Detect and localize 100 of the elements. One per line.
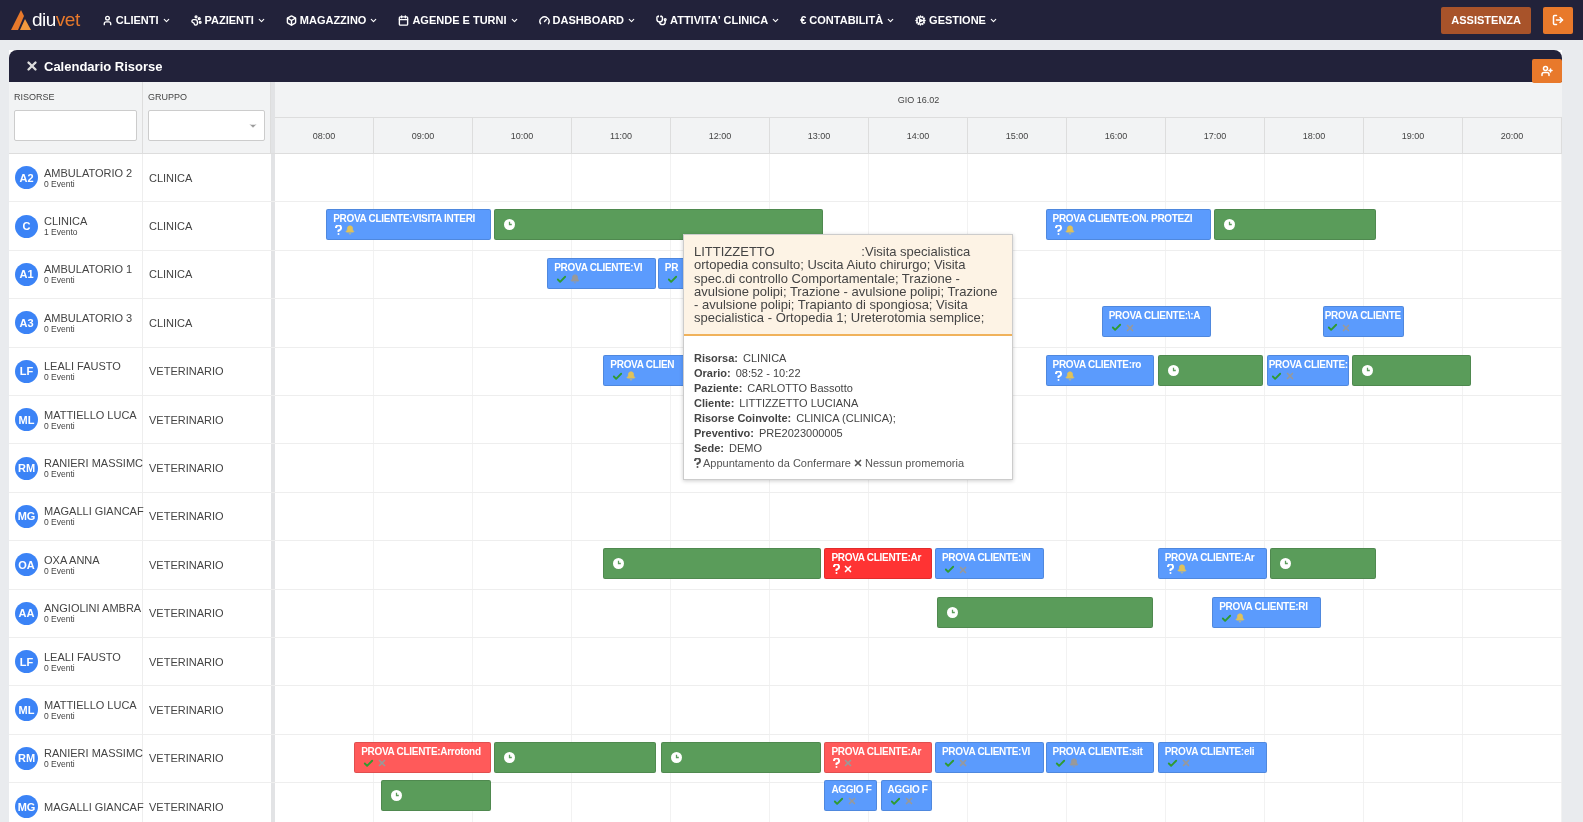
group-name: VETERINARIO xyxy=(149,800,224,813)
avatar: A1 xyxy=(15,262,38,286)
resource-name: MAGALLI GIANCAF xyxy=(44,800,144,813)
avatar: A3 xyxy=(15,311,38,335)
field-value: 08:52 - 10:22 xyxy=(735,366,801,379)
panel-title: Calendario Risorse xyxy=(44,58,163,74)
hour-label: 09:00 xyxy=(411,130,435,141)
group-name: VETERINARIO xyxy=(149,704,224,716)
avatar: OA xyxy=(15,553,38,577)
avatar: ML xyxy=(15,698,38,722)
resource-name: LEALI FAUSTO xyxy=(44,650,121,663)
hour-label: 15:00 xyxy=(1005,130,1029,141)
event-count: 0 Eventi xyxy=(44,614,76,625)
date-label: GIO 16.02 xyxy=(897,94,940,105)
field-value: PRE2023000005 xyxy=(758,426,843,439)
event-title: PROVA CLIENTE:\N xyxy=(942,552,1032,564)
field-label: Risorse Coinvolte: xyxy=(694,411,792,424)
hour-label: 08:00 xyxy=(312,130,336,141)
event-title: PROVA CLIENTE:RI xyxy=(1219,600,1309,612)
field-value: DEMO xyxy=(728,441,762,454)
resource-name: LEALI FAUSTO xyxy=(44,360,121,373)
event-title: PROVA CLIENTE:\:A xyxy=(1108,310,1202,322)
avatar: C xyxy=(15,214,38,238)
avatar: AA xyxy=(15,601,38,625)
avatar: LF xyxy=(15,359,38,383)
avatar: MG xyxy=(15,795,38,819)
resource-name: MATTIELLO LUCA xyxy=(44,408,137,421)
resource-name: AMBULATORIO 3 xyxy=(44,311,133,324)
group-name: VETERINARIO xyxy=(149,558,224,571)
avatar: LF xyxy=(15,650,38,674)
hour-label: 12:00 xyxy=(708,130,732,141)
hour-label: 13:00 xyxy=(807,130,831,141)
event-count: 0 Eventi xyxy=(44,662,76,673)
event-count: 0 Eventi xyxy=(44,372,76,383)
event-title: PROVA CLIENTE:VISITA INTERI xyxy=(333,213,477,225)
event-title: PROVA CLIENTE:VI xyxy=(942,745,1031,757)
field-label: Cliente: xyxy=(694,396,735,409)
resource-name: ANGIOLINI AMBRA xyxy=(44,602,142,615)
resource-name: RANIERI MASSIMC xyxy=(44,457,143,470)
group-name: VETERINARIO xyxy=(149,510,224,523)
event-title: PROVA CLIENTE:Arrotond xyxy=(361,745,482,757)
group-name: VETERINARIO xyxy=(149,655,224,668)
resource-name: CLINICA xyxy=(44,215,88,228)
event-title: PROVA CLIENTE:VI xyxy=(554,261,644,273)
event-title: PROVA CLIENTE:sit xyxy=(1052,745,1144,757)
group-name: VETERINARIO xyxy=(149,607,224,620)
event-count: 1 Evento xyxy=(44,227,79,238)
resource-name: OXA ANNA xyxy=(44,553,100,566)
field-value: CLINICA (CLINICA); xyxy=(796,411,896,424)
resource-name: AMBULATORIO 1 xyxy=(44,263,133,276)
field-label: Sede: xyxy=(694,441,724,454)
event-count: 0 Eventi xyxy=(44,711,76,721)
event-title: PROVA CLIENTE: xyxy=(1268,358,1349,370)
field-value: CARLOTTO Bassotto xyxy=(747,381,853,394)
column-label: RISORSE xyxy=(14,92,56,102)
event-title: PROVA CLIENTE xyxy=(1324,310,1402,322)
group-name: VETERINARIO xyxy=(149,752,224,765)
field-value: LITTIZZETTO LUCIANA xyxy=(739,396,859,409)
group-name: VETERINARIO xyxy=(149,413,224,426)
resource-name: AMBULATORIO 2 xyxy=(44,166,133,179)
hour-label: 11:00 xyxy=(610,130,632,141)
field-value: CLINICA xyxy=(743,351,787,364)
event-title: PROVA CLIENTE:Ar xyxy=(1164,552,1256,564)
column-label: GRUPPO xyxy=(148,92,188,102)
logo-text: diuvet xyxy=(32,9,80,31)
resource-name: MATTIELLO LUCA xyxy=(44,699,137,711)
event-count: 0 Eventi xyxy=(44,759,76,770)
event-count: 0 Eventi xyxy=(44,565,76,576)
event-title: AGGIO F xyxy=(887,783,929,795)
event-count: 0 Eventi xyxy=(44,178,76,189)
reminder-text: Nessun promemoria xyxy=(865,456,965,469)
avatar: RM xyxy=(15,456,38,480)
group-name: CLINICA xyxy=(149,220,193,233)
status-text: Appuntamento da Confermare xyxy=(703,456,851,469)
event-count: 0 Eventi xyxy=(44,323,76,334)
hour-label: 20:00 xyxy=(1500,130,1524,141)
event-title: AGGIO F xyxy=(831,783,873,795)
event-title: PROVA CLIENTE:Ar xyxy=(831,552,923,564)
event-title: PROVA CLIENTE:Ar xyxy=(831,745,923,757)
group-name: VETERINARIO xyxy=(149,462,224,475)
event-count: 0 Eventi xyxy=(44,517,76,528)
resource-name: RANIERI MASSIMC xyxy=(44,747,143,760)
group-name: CLINICA xyxy=(149,316,193,329)
hour-label: 17:00 xyxy=(1203,130,1227,141)
group-name: VETERINARIO xyxy=(149,365,224,378)
field-label: Preventivo: xyxy=(694,426,754,439)
avatar: RM xyxy=(15,746,38,770)
event-count: 0 Eventi xyxy=(44,420,76,431)
avatar: A2 xyxy=(15,166,38,190)
hour-label: 10:00 xyxy=(510,130,534,141)
event-title: PROVA CLIENTE:ON. PROTEZI xyxy=(1052,213,1194,225)
hour-label: 16:00 xyxy=(1104,130,1128,141)
tooltip-title: LITTIZZETTO :Visita specialistica ortopedia consulto; Uscita Aiuto chirurgo; Visita spec.di controllo Comportamentale; Trazione - avulsione polipi; Trazione - avulsione polipi; Trazione - avulsione polipi; Trapianto di spongiosa; Visita specialistica - Ortopedia 1; Ureterotomia semplice; xyxy=(694,244,999,326)
hour-label: 19:00 xyxy=(1401,130,1425,141)
resource-name: MAGALLI GIANCAF xyxy=(44,505,144,518)
avatar: ML xyxy=(15,408,38,432)
avatar: MG xyxy=(15,504,38,528)
event-count: 0 Eventi xyxy=(44,275,76,286)
hour-label: 14:00 xyxy=(906,130,930,141)
event-title: PROVA CLIENTE:eli xyxy=(1164,745,1256,757)
